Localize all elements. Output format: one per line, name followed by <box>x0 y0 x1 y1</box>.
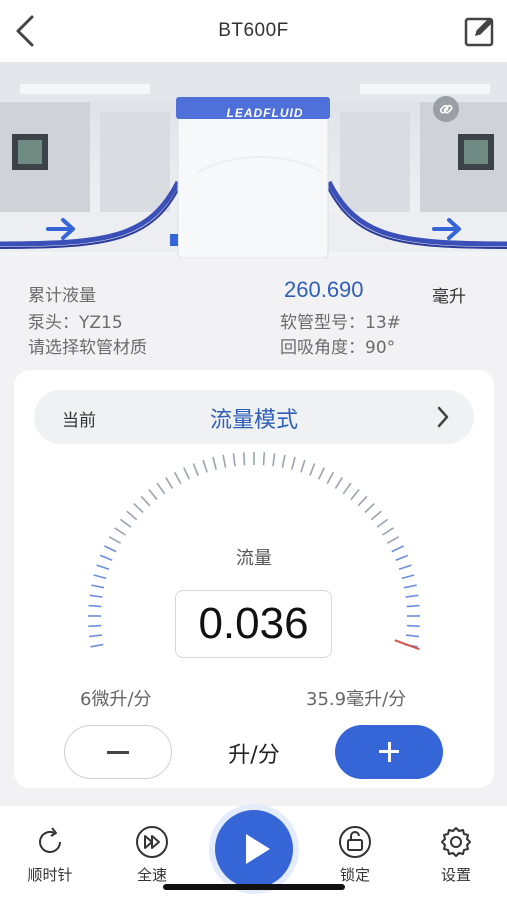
gauge-tick <box>262 452 266 466</box>
gauge-tick <box>202 459 208 473</box>
fast-forward-icon <box>136 826 168 858</box>
settings-button[interactable]: 设置 <box>416 824 496 894</box>
link-icon <box>439 104 453 114</box>
gauge-tick <box>382 527 394 536</box>
gauge-tick <box>357 495 368 507</box>
brand-logo-text: LEADFLUID <box>226 106 304 120</box>
gauge-tick <box>173 471 182 484</box>
flow-label: 流量 <box>236 548 272 569</box>
gauge-tick <box>192 463 199 476</box>
gauge-tick <box>376 518 389 528</box>
gauge-tick <box>212 456 217 470</box>
flow-value: 0.036 <box>198 599 309 648</box>
flow-value-field[interactable]: 0.036 <box>175 590 332 658</box>
gauge-tick <box>406 604 420 608</box>
gauge-tick <box>342 482 352 495</box>
gauge-indicator <box>394 639 420 651</box>
pump-illustration <box>0 62 507 258</box>
gauge-tick <box>281 454 286 468</box>
pump-head-text: 泵头：YZ15 <box>28 313 123 333</box>
gauge-tick <box>232 453 236 467</box>
gauge-tick <box>90 643 104 648</box>
gauge-tick <box>119 518 132 528</box>
play-icon <box>246 834 270 864</box>
gauge-tick <box>350 488 360 501</box>
direction-button[interactable]: 顺时针 <box>10 824 90 894</box>
home-indicator <box>163 884 345 890</box>
gauge-tick <box>370 510 382 521</box>
gauge-tick <box>403 584 417 589</box>
gauge-tick <box>222 454 227 468</box>
gauge-tick <box>140 495 151 507</box>
gauge-tick <box>108 536 121 544</box>
gauge-tick <box>242 452 246 466</box>
page-title: BT600F <box>218 20 289 41</box>
gauge-tick <box>88 624 102 628</box>
gauge-tick <box>88 634 103 638</box>
gauge-tick <box>272 453 276 467</box>
link-button[interactable] <box>433 96 459 122</box>
pump-info-panel: 累计液量 260.690 毫升 泵头：YZ15 软管型号：13# 请选择软管材质… <box>0 258 507 370</box>
gauge-tick <box>148 488 158 501</box>
gauge-tick <box>364 503 375 514</box>
play-button[interactable] <box>215 810 293 888</box>
volume-unit: 毫升 <box>432 287 466 307</box>
lock-label: 锁定 <box>339 866 370 884</box>
gauge-tick <box>93 574 107 580</box>
gauge-tick <box>291 456 296 470</box>
gauge-tick <box>89 594 103 598</box>
edit-icon <box>464 17 494 47</box>
pump-banner: LEADFLUID <box>0 62 507 258</box>
gauge-tick <box>406 624 420 628</box>
gauge-tick <box>300 459 306 473</box>
volume-value: 260.690 <box>284 277 364 302</box>
edit-button[interactable] <box>463 14 497 48</box>
flow-control-card: 当前 流量模式 流量 0.036 6微升/分 35.9毫升/分 升/分 <box>14 370 494 788</box>
gauge-tick <box>387 536 400 544</box>
gear-icon <box>441 827 471 857</box>
full-speed-label: 全速 <box>136 866 167 884</box>
gauge-tick <box>91 584 105 589</box>
gauge-tick <box>133 503 144 514</box>
rotate-clockwise-icon <box>39 827 61 853</box>
gauge-tick <box>405 594 419 598</box>
suckback-angle-text: 回吸角度：90° <box>280 338 396 358</box>
volume-label: 累计液量 <box>28 286 96 306</box>
tube-model-text: 软管型号：13# <box>280 313 401 333</box>
gauge-tick <box>309 463 316 476</box>
tube-material-selector[interactable]: 请选择软管材质 <box>28 333 147 358</box>
gauge-tick <box>88 604 102 608</box>
gauge-tick <box>317 467 325 480</box>
gauge-tick <box>334 476 343 489</box>
gauge-tick <box>326 471 335 484</box>
gauge-tick <box>183 467 191 480</box>
gauge-tick <box>156 482 166 495</box>
gauge-tick <box>165 476 174 489</box>
gauge-tick <box>114 527 126 536</box>
gauge-tick <box>405 634 420 638</box>
gauge-tick <box>126 510 138 521</box>
settings-label: 设置 <box>440 866 471 884</box>
max-flow-label: 35.9毫升/分 <box>306 689 407 710</box>
top-nav-bar: BT600F <box>0 0 507 62</box>
unlock-icon <box>339 826 371 858</box>
min-flow-label: 6微升/分 <box>80 689 152 710</box>
gauge-tick <box>401 574 415 580</box>
direction-label: 顺时针 <box>27 866 73 884</box>
increase-button[interactable] <box>335 725 443 779</box>
